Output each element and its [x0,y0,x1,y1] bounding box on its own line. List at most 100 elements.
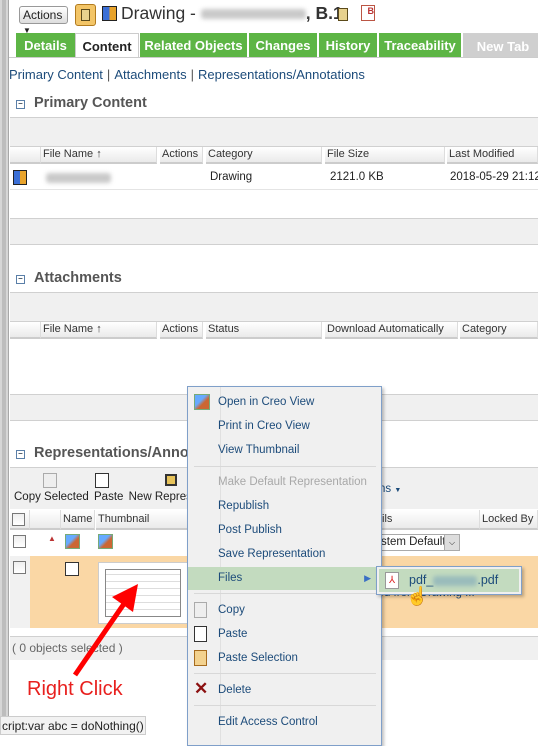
attachments-toolbar [10,292,538,322]
cell-modified: 2018-05-29 21:12 [450,171,538,183]
col-last-modified[interactable]: Last Modified [447,147,538,164]
paste-button[interactable]: Paste [94,491,123,503]
primary-footer [10,218,538,245]
subnav: Primary Content | Attachments | Representati… [9,67,365,82]
col-file-name[interactable]: File Name ↑ [41,147,157,164]
cell-size: 2121.0 KB [330,171,384,183]
delete-x-icon: ✕ [194,679,209,698]
creo-view-icon[interactable] [98,534,113,549]
section-representations: – Representations/Anno [16,445,189,461]
cell-category: Drawing [210,171,253,183]
menu-separator [194,705,376,706]
menu-paste[interactable]: Paste [188,623,381,645]
col-category[interactable]: Category [206,147,322,164]
submenu-pdf-file[interactable]: ⅄ pdf_ .pdf [379,569,519,592]
menu-delete[interactable]: ✕ Delete [188,679,381,701]
menu-paste-selection[interactable]: Paste Selection [188,647,381,669]
workspace-icon[interactable] [75,4,96,26]
checkout-icon [338,8,348,21]
col-file-size[interactable]: File Size [325,147,445,164]
menu-separator [194,593,376,594]
tab-new-tab[interactable]: New Tab [463,33,538,58]
col-actions[interactable]: Actions [160,147,203,164]
menu-republish[interactable]: Republish [188,495,381,517]
redacted-filename [433,575,478,586]
arrow-head [112,584,138,612]
col-name[interactable]: Name [61,510,95,530]
actions-menu-button[interactable]: Actions ▼ [19,6,68,35]
collapse-icon[interactable]: – [16,450,25,459]
col-download-automatically[interactable]: Download Automatically [325,322,458,339]
link-attachments[interactable]: Attachments [114,67,186,82]
menu-copy[interactable]: Copy [188,599,381,621]
section-primary-content: – Primary Content [16,95,147,111]
toolbar-labels: Copy Selected Paste New Represe [14,491,198,503]
col-thumbnail[interactable]: Thumbnail [96,510,188,530]
sort-asc-icon: ↑ [96,148,102,160]
new-representation-icon [165,474,177,486]
redacted-filename[interactable] [46,173,111,183]
status-bar: cript:var abc = doNothing() [0,716,146,735]
menu-edit-access-control[interactable]: Edit Access Control [188,711,381,733]
col-icon [10,322,41,339]
pdf-icon: ⅄ [385,572,399,589]
submenu-arrow-icon: ▶ [364,573,371,583]
arrow-shaft [72,593,133,677]
tab-history[interactable]: History [319,33,377,58]
tab-related-objects[interactable]: Related Objects [140,33,247,58]
chevron-down-icon: ⌵ [444,535,459,550]
sort-asc-icon: ↑ [96,323,102,335]
paste-icon [95,473,109,488]
creo-view-icon [194,394,210,410]
menu-view-thumbnail[interactable]: View Thumbnail [188,439,381,461]
menu-save-representation[interactable]: Save Representation [188,543,381,565]
caret-down-icon: ▼ [394,487,402,494]
select-all-checkbox[interactable] [12,513,25,526]
col-file-name[interactable]: File Name ↑ [41,322,157,339]
menu-open-creo-view[interactable]: Open in Creo View [188,391,381,413]
copy-selected-button[interactable]: Copy Selected [14,491,89,503]
tab-changes[interactable]: Changes [249,33,317,58]
tab-details[interactable]: Details [16,33,75,58]
col-select [10,510,30,530]
page-title: Drawing - , B.1 [121,3,343,23]
col-actions[interactable]: Actions [160,322,203,339]
table-row[interactable]: Drawing 2121.0 KB 2018-05-29 21:12 [10,166,538,190]
files-submenu: ⅄ pdf_ .pdf [376,566,522,595]
col-icon [10,147,41,164]
row-checkbox[interactable] [13,535,26,548]
drawing-file-icon[interactable] [13,170,27,185]
menu-files[interactable]: Files ▶ [188,567,381,590]
collapse-icon[interactable]: – [16,100,25,109]
drawing-type-icon [102,6,117,21]
creo-view-icon[interactable] [65,534,80,549]
menu-separator [194,673,376,674]
baseline-icon: ▲ [48,534,56,543]
col-details[interactable]: ils [380,510,480,530]
link-primary-content[interactable]: Primary Content [9,67,103,82]
redacted-filename [200,9,306,20]
hand-cursor-icon: ☝ [406,586,429,606]
paste-selection-icon [194,650,207,666]
baseline-icon: B [361,5,375,21]
col-status[interactable]: Status [206,322,322,339]
col-category[interactable]: Category [460,322,538,339]
default-select[interactable]: stem Default ⌵ [380,534,460,551]
section-attachments: – Attachments [16,270,122,286]
menu-post-publish[interactable]: Post Publish [188,519,381,541]
right-click-label: Right Click [27,678,123,700]
tab-content[interactable]: Content [75,33,139,58]
primary-toolbar [10,117,538,147]
col-tree [30,510,61,530]
tab-divider [9,57,538,58]
col-locked-by[interactable]: Locked By [480,510,538,530]
link-representations[interactable]: Representations/Annotations [198,67,365,82]
copy-icon [194,602,207,618]
menu-print-creo-view[interactable]: Print in Creo View [188,415,381,437]
paste-icon [194,626,207,642]
tab-traceability[interactable]: Traceability [379,33,461,58]
menu-separator [194,466,376,467]
collapse-icon[interactable]: – [16,275,25,284]
menu-make-default: Make Default Representation [218,476,367,488]
copy-icon [43,473,57,488]
